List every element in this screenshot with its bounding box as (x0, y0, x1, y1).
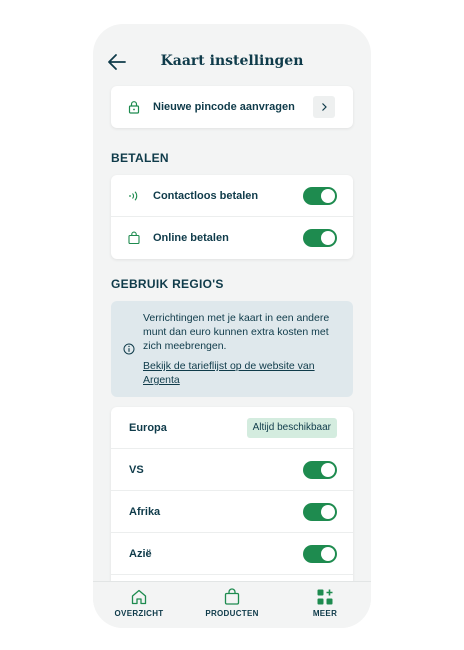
nav-label-producten: PRODUCTEN (205, 609, 259, 618)
lock-icon (128, 101, 140, 114)
list-item-afrika: Afrika (111, 491, 353, 533)
azie-toggle[interactable] (303, 544, 337, 563)
vs-label: VS (129, 463, 144, 476)
chevron-right-button[interactable] (313, 96, 335, 118)
azie-label: Azië (129, 547, 152, 560)
nav-item-overzicht[interactable]: OVERZICHT (99, 588, 179, 618)
nav-label-overzicht: OVERZICHT (114, 609, 164, 618)
pincode-label: Nieuwe pincode aanvragen (153, 101, 295, 113)
nav-label-meer: MEER (312, 609, 338, 618)
vs-toggle[interactable] (303, 460, 337, 479)
contactless-icon (129, 190, 138, 201)
online-label: Online betalen (153, 232, 229, 244)
phone-screen: Kaart instellingen Nieuwe pincode aanvra… (93, 24, 371, 628)
section-heading-regios: GEBRUIK REGIO'S (111, 277, 224, 291)
contactless-toggle[interactable] (303, 186, 337, 205)
betalen-card: Contactloos betalen Online betalen (111, 175, 353, 259)
tarieflijst-link[interactable]: Bekijk de tarieflijst op de website van … (143, 359, 343, 387)
list-item-azie: Azië (111, 533, 353, 575)
section-heading-betalen: BETALEN (111, 151, 169, 165)
info-text: Verrichtingen met je kaart in een andere… (143, 312, 330, 352)
afrika-label: Afrika (129, 505, 161, 518)
grid-plus-icon (317, 589, 333, 605)
list-item-europa: Europa Altijd beschikbaar (111, 407, 353, 449)
list-item-vs: VS (111, 449, 353, 491)
contactless-label: Contactloos betalen (153, 189, 259, 202)
page-title: Kaart instellingen (160, 53, 304, 69)
regios-card: Europa Altijd beschikbaar VS Afrika Azië (111, 407, 353, 595)
nav-item-meer[interactable]: MEER (285, 588, 365, 618)
europa-label: Europa (129, 421, 167, 434)
pincode-card: Nieuwe pincode aanvragen (111, 86, 353, 128)
pincode-row[interactable]: Nieuwe pincode aanvragen (111, 86, 353, 128)
nav-item-producten[interactable]: PRODUCTEN (192, 588, 272, 618)
bottom-nav: OVERZICHT PRODUCTEN MEER (93, 581, 371, 628)
online-toggle[interactable] (303, 229, 337, 247)
info-box: Verrichtingen met je kaart in een andere… (111, 301, 353, 397)
list-item-online: Online betalen (111, 217, 353, 259)
afrika-toggle[interactable] (303, 502, 337, 521)
shopping-bag-icon (128, 231, 140, 245)
info-icon (123, 343, 135, 355)
home-icon (131, 589, 147, 605)
shopping-bag-icon (224, 588, 240, 605)
status-badge: Altijd beschikbaar (246, 417, 337, 438)
chevron-right-icon (322, 103, 327, 111)
list-item-contactless: Contactloos betalen (111, 175, 353, 217)
